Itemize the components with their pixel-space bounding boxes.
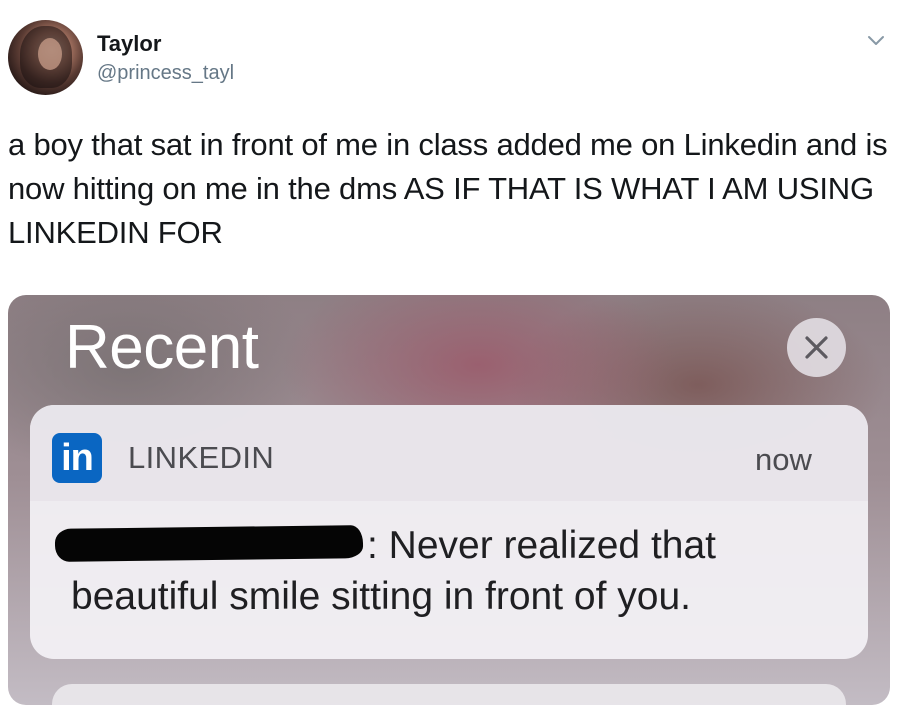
notification-header: in LINKEDIN now	[30, 405, 868, 501]
tweet-header: Taylor @princess_tayl	[0, 0, 900, 110]
close-icon	[805, 336, 828, 359]
tweet-media[interactable]: Recent in LINKEDIN now : Never realized …	[8, 295, 890, 705]
recent-heading: Recent	[65, 313, 259, 382]
chevron-down-icon[interactable]	[866, 30, 886, 50]
author-handle[interactable]: @princess_tayl	[97, 61, 234, 85]
stacked-notification[interactable]	[52, 684, 846, 705]
message-line-1: : Never realized that	[367, 524, 717, 567]
message-line-2: beautiful smile sitting in front of you.	[71, 575, 691, 618]
close-button[interactable]	[787, 318, 846, 377]
author-name[interactable]: Taylor	[97, 31, 161, 57]
avatar[interactable]	[8, 20, 83, 95]
linkedin-logo: in	[52, 433, 102, 483]
avatar-face	[38, 38, 62, 70]
notification-message: : Never realized that beautiful smile si…	[30, 501, 868, 659]
notification-card[interactable]: in LINKEDIN now : Never realized that be…	[30, 405, 868, 659]
notification-time: now	[755, 442, 812, 477]
tweet-text: a boy that sat in front of me in class a…	[8, 127, 888, 250]
redaction-bar	[54, 525, 364, 562]
notification-app-name: LINKEDIN	[128, 440, 275, 475]
